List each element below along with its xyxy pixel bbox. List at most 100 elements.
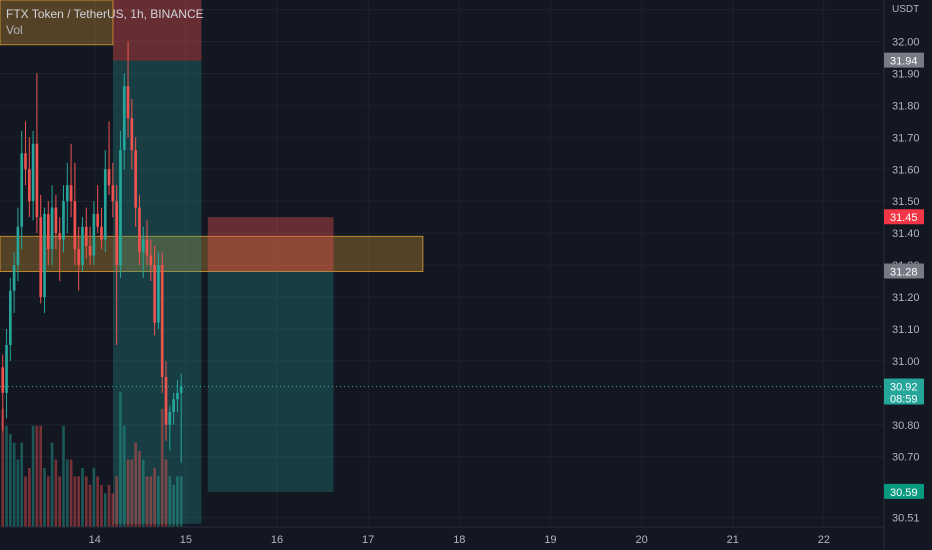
candle-body[interactable] [58, 233, 62, 240]
symbol-title[interactable]: FTX Token / TetherUS, 1h, BINANCE [6, 6, 204, 22]
candle-body[interactable] [12, 265, 16, 291]
volume-bar [157, 476, 160, 527]
price-chart[interactable]: USDT 32.00 31.90 31.80 31.70 31.60 31.50 31.40 3… [0, 0, 932, 550]
zone-short2-stop[interactable] [207, 217, 334, 272]
candle-body[interactable] [172, 399, 175, 413]
volume-bar [24, 476, 27, 527]
candle-body[interactable] [84, 226, 88, 246]
price-tick-label: 31.20 [892, 292, 920, 304]
time-tick-label: 17 [362, 534, 374, 546]
price-tag-label: 31.28 [890, 266, 918, 278]
volume-bar [16, 459, 20, 527]
candle-body[interactable] [134, 150, 137, 208]
candle-body[interactable] [103, 169, 107, 240]
volume-bar [122, 425, 126, 527]
candle-body[interactable] [160, 265, 164, 377]
price-tick-label: 31.10 [892, 324, 920, 336]
volume-bar [130, 459, 134, 527]
candle-body[interactable] [24, 153, 27, 170]
volume-bar [179, 476, 183, 527]
price-tick-label: 31.80 [892, 100, 920, 112]
currency-label[interactable]: USDT [892, 4, 919, 15]
volume-bar [46, 476, 50, 527]
candle-body[interactable] [100, 226, 103, 240]
volume-bar [134, 442, 137, 527]
volume-bar [88, 484, 92, 527]
volume-bar [43, 467, 46, 527]
price-tick-label: 30.80 [892, 420, 920, 432]
price-tick-label: 31.50 [892, 196, 920, 208]
volume-bar [172, 484, 175, 527]
volume-bar [145, 476, 149, 527]
candle-body[interactable] [54, 207, 58, 234]
candle-body[interactable] [65, 185, 69, 202]
candle-body[interactable] [77, 249, 81, 266]
candle-body[interactable] [138, 207, 141, 253]
candle-body[interactable] [81, 226, 84, 266]
volume-bar [69, 459, 73, 527]
volume-bar [27, 467, 31, 527]
candle-body[interactable] [16, 226, 20, 266]
candle-body[interactable] [149, 255, 153, 266]
candle-body[interactable] [122, 86, 126, 151]
candle-body[interactable] [126, 86, 130, 119]
time-tick-label: 15 [180, 534, 192, 546]
chart-legend: FTX Token / TetherUS, 1h, BINANCE Vol [6, 6, 204, 38]
candle-body[interactable] [107, 169, 111, 186]
candle-body[interactable] [50, 207, 54, 250]
volume-bar [12, 442, 16, 527]
candle-body[interactable] [73, 201, 77, 250]
price-tick-label: 32.00 [892, 37, 920, 49]
candle-body[interactable] [5, 344, 8, 393]
time-tick-label: 16 [271, 534, 283, 546]
candle-body[interactable] [111, 185, 115, 202]
candle-body[interactable] [130, 118, 134, 151]
zone-short2-profit[interactable] [207, 271, 334, 492]
price-tag-label: 31.94 [890, 56, 918, 68]
candle-body[interactable] [69, 185, 73, 202]
volume-label[interactable]: Vol [6, 22, 204, 38]
candle-body[interactable] [27, 169, 31, 202]
candle-body[interactable] [92, 213, 96, 256]
candle-body[interactable] [62, 201, 65, 240]
volume-bar [65, 459, 69, 527]
volume-bar [39, 425, 43, 527]
price-tag-label: 30.92 [890, 381, 918, 393]
price-tick-label: 30.51 [892, 512, 920, 524]
volume-bar [81, 467, 84, 527]
candle-body[interactable] [20, 153, 24, 227]
candle-body[interactable] [164, 376, 168, 425]
price-tick-label: 31.70 [892, 132, 920, 144]
volume-bar [73, 476, 77, 527]
volume-bar [96, 476, 99, 527]
volume-bar [138, 451, 141, 527]
candle-body[interactable] [88, 245, 92, 256]
candle-body[interactable] [153, 265, 156, 323]
volume-bar [141, 459, 145, 527]
candle-body[interactable] [145, 239, 149, 256]
candle-body[interactable] [1, 367, 5, 393]
candle-body[interactable] [46, 213, 50, 250]
volume-bar [92, 467, 96, 527]
volume-bar [5, 425, 8, 527]
candle-body[interactable] [141, 239, 145, 253]
candle-body[interactable] [43, 213, 46, 298]
time-tick-label: 18 [453, 534, 465, 546]
candle-body[interactable] [39, 217, 43, 298]
candle-body[interactable] [115, 201, 118, 266]
price-tick-label: 30.70 [892, 452, 920, 464]
candle-body[interactable] [176, 392, 179, 400]
candle-body[interactable] [35, 143, 39, 218]
price-tick-label: 31.60 [892, 164, 920, 176]
candle-body[interactable] [119, 150, 122, 266]
price-tag-label: 30.59 [890, 487, 918, 499]
volume-bar [160, 408, 164, 527]
candle-body[interactable] [157, 265, 160, 323]
volume-bar [176, 476, 179, 527]
time-tick-label: 21 [727, 534, 739, 546]
candle-body[interactable] [96, 213, 99, 227]
candle-body[interactable] [31, 143, 35, 202]
candle-body[interactable] [8, 290, 12, 345]
candle-body[interactable] [179, 386, 183, 393]
candle-body[interactable] [168, 412, 172, 425]
